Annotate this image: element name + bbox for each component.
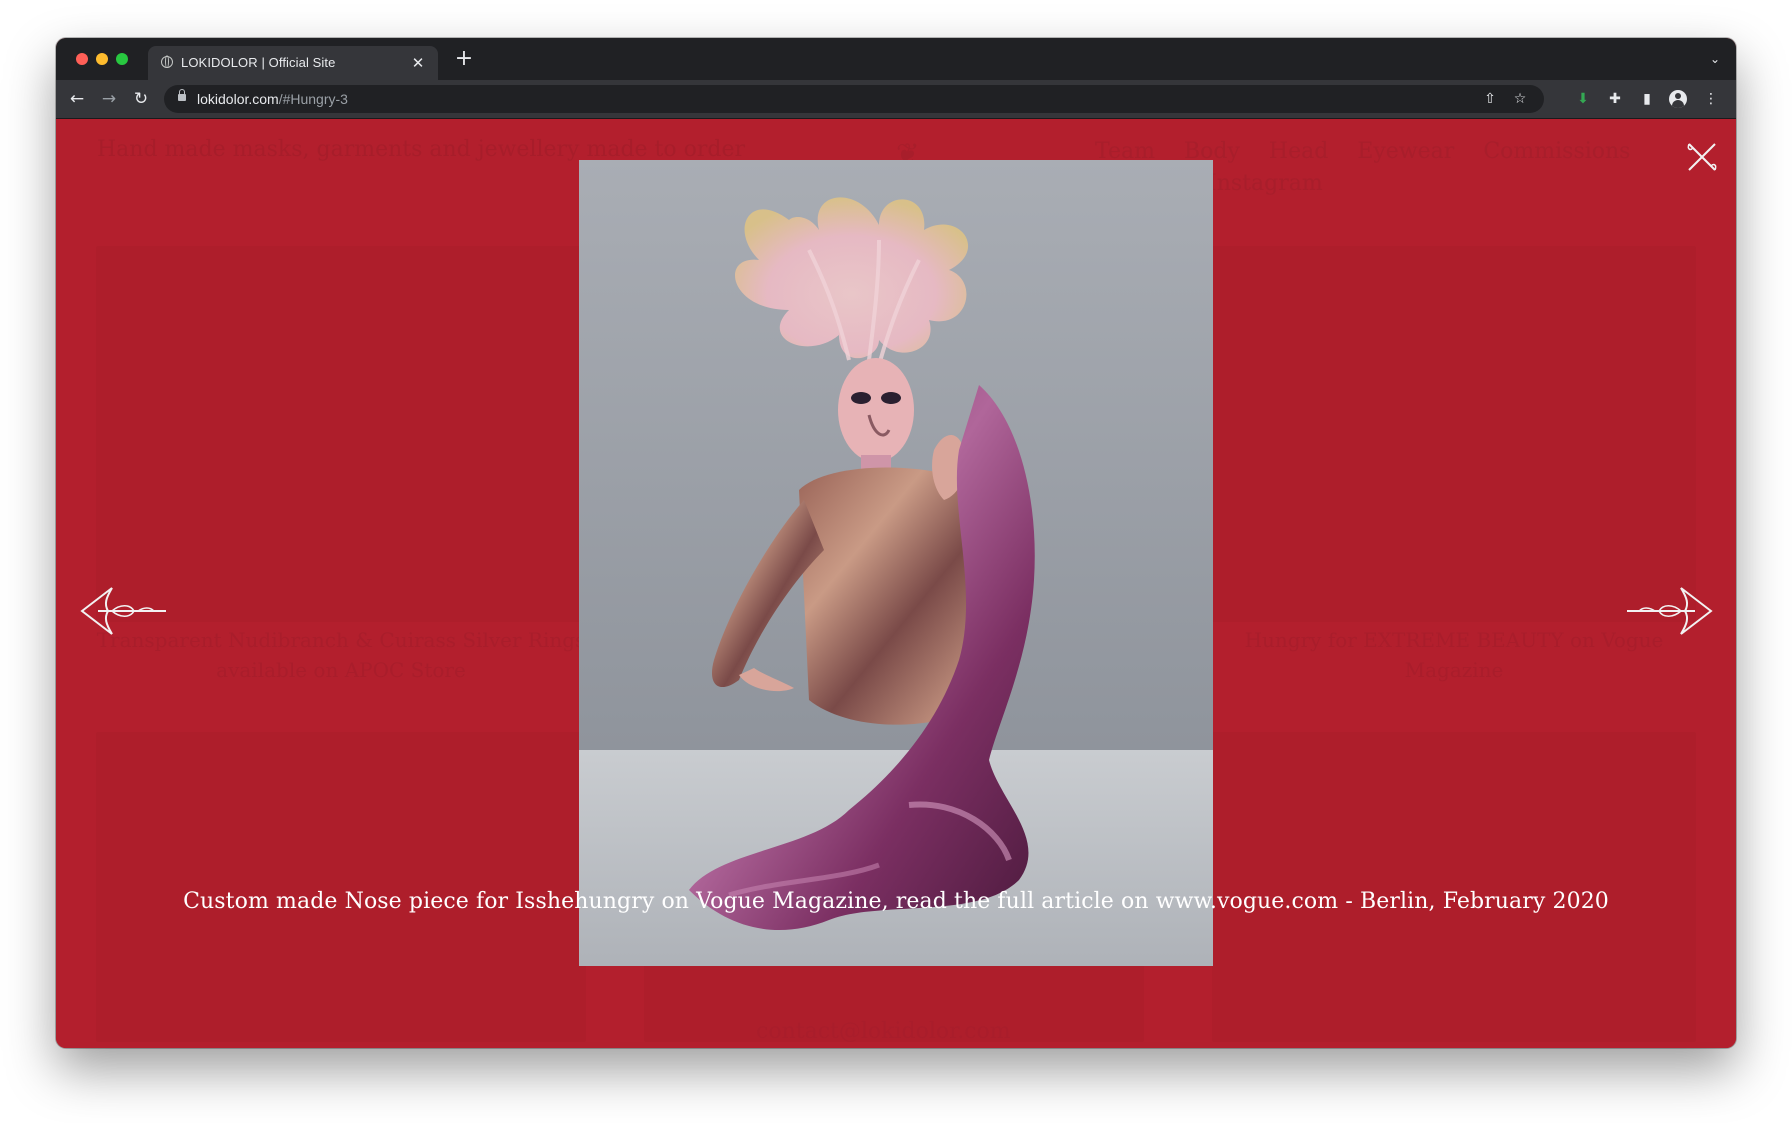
side-panel-icon[interactable]: ▮ [1637, 89, 1657, 109]
tab-title: LOKIDOLOR | Official Site [181, 55, 336, 70]
minimize-window-button[interactable] [96, 53, 108, 65]
lightbox-photo [579, 160, 1213, 966]
share-icon[interactable]: ⇧ [1480, 89, 1500, 109]
lock-icon[interactable] [178, 89, 186, 101]
browser-window: LOKIDOLOR | Official Site ✕ + ⌄ ← → ↻ lo… [56, 38, 1736, 1048]
tab-lokidolor[interactable]: LOKIDOLOR | Official Site ✕ [148, 46, 438, 80]
bookmark-star-icon[interactable]: ☆ [1510, 89, 1530, 109]
fashion-photo-illustration [579, 160, 1213, 966]
lightbox-close-icon[interactable] [1684, 139, 1720, 175]
download-icon[interactable]: ⬇ [1573, 89, 1593, 109]
globe-icon [161, 55, 173, 68]
new-tab-button[interactable]: + [452, 48, 476, 72]
maximize-window-button[interactable] [116, 53, 128, 65]
browser-toolbar: ← → ↻ lokidolor.com/#Hungry-3 ⇧ ☆ ⬇ ✚ ▮ … [56, 80, 1736, 119]
browser-menu-icon[interactable]: ⋮ [1701, 89, 1721, 109]
next-arrow-icon[interactable] [1623, 582, 1715, 640]
close-window-button[interactable] [76, 53, 88, 65]
url-host: lokidolor.com [197, 91, 279, 107]
address-bar[interactable]: lokidolor.com/#Hungry-3 ⇧ ☆ [164, 85, 1544, 113]
back-arrow-icon[interactable]: ← [66, 88, 88, 110]
url-text[interactable]: lokidolor.com/#Hungry-3 [197, 91, 348, 107]
profile-avatar-icon[interactable] [1669, 90, 1687, 108]
forward-arrow-icon[interactable]: → [98, 88, 120, 110]
tab-close-icon[interactable]: ✕ [408, 53, 428, 73]
page-viewport: Hand made masks, garments and jewellery … [56, 119, 1736, 1048]
previous-arrow-icon[interactable] [78, 582, 170, 640]
reload-icon[interactable]: ↻ [130, 88, 152, 110]
extensions-puzzle-icon[interactable]: ✚ [1605, 89, 1625, 109]
chevron-down-icon[interactable]: ⌄ [1708, 52, 1722, 66]
tab-strip: LOKIDOLOR | Official Site ✕ + ⌄ [56, 38, 1736, 80]
lightbox-caption: Custom made Nose piece for Isshehungry o… [183, 889, 1609, 914]
url-path: /#Hungry-3 [278, 91, 348, 107]
